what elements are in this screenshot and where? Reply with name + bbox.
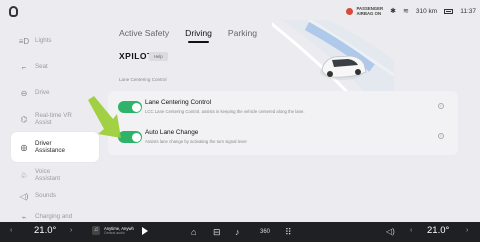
brand-logo-icon [9, 6, 18, 17]
volume-icon[interactable]: ◁) [386, 227, 395, 236]
play-icon[interactable] [141, 226, 148, 235]
bluetooth-icon: ✱ [390, 8, 396, 15]
media-subtitle: Central audio [104, 231, 125, 235]
media-player[interactable]: ♫ Anytime, Anywh Central audio [92, 226, 148, 235]
steering-wheel-icon: ◎ [20, 142, 28, 152]
wifi-icon: ≋ [403, 8, 409, 15]
section-title: Lane Centering Control [119, 77, 167, 82]
temp-right-decrease-chevron-icon[interactable]: ‹ [410, 227, 412, 234]
temperature-left[interactable]: 21.0° [34, 225, 56, 236]
sidebar-item-label: Sounds [35, 192, 56, 200]
360-view-icon[interactable]: 360 [260, 227, 270, 237]
temperature-right[interactable]: 21.0° [427, 225, 449, 236]
music-note-icon: ♫ [92, 226, 100, 235]
temp-left-decrease-chevron-icon[interactable]: ‹ [10, 227, 12, 234]
setting-description: LCC Lane Centering Control, assists in k… [145, 109, 305, 114]
temp-left-increase-chevron-icon[interactable]: › [70, 227, 72, 234]
vr-assist-icon: ⌬ [20, 114, 28, 124]
sidebar-item-label: Seat [35, 63, 48, 71]
sidebar-item-label: Lights [35, 37, 52, 45]
voice-icon: ♧ [20, 170, 28, 180]
lights-icon: ≡D [18, 36, 30, 46]
setting-title: Lane Centering Control [145, 99, 212, 106]
sidebar-item-label: Charging and [35, 213, 73, 221]
setting-row-auto-lane-change: Auto Lane Change Assists lane change by … [108, 123, 458, 153]
xpilot-help-badge[interactable]: Help [149, 52, 168, 61]
tab-parking[interactable]: Parking [228, 28, 257, 43]
temp-right-increase-chevron-icon[interactable]: › [466, 227, 468, 234]
airbag-icon [346, 7, 354, 15]
seat-icon: ⌐ [21, 62, 27, 72]
passenger-airbag-indicator: PASSENGER AIRBAG ON [346, 6, 383, 16]
sidebar-item-label: Real-time VR Assist [35, 111, 72, 127]
info-icon[interactable]: i [438, 133, 444, 139]
car-illustration [272, 20, 394, 92]
highlight-arrow-icon [88, 96, 121, 138]
drive-icon: ⊖ [20, 88, 28, 98]
charging-icon: ⌁ [21, 212, 27, 222]
sidebar-item-label: Drive [35, 89, 50, 97]
tab-driving[interactable]: Driving [185, 28, 212, 43]
setting-description: Assists lane change by activating the tu… [145, 139, 247, 144]
apps-grid-icon[interactable]: ⠿ [285, 227, 292, 237]
range-readout: 310 km [415, 7, 438, 15]
battery-icon [444, 8, 454, 14]
status-indicators: PASSENGER AIRBAG ON ✱ ≋ 310 km 11:37 [346, 6, 476, 16]
sound-icon: ◁) [19, 191, 29, 201]
xpilot-title: XPILOT [119, 51, 153, 61]
tab-bar: Active Safety Driving Parking [119, 28, 257, 43]
setting-row-lane-centering-control: Lane Centering Control LCC Lane Centerin… [108, 93, 458, 123]
toggle-knob [131, 132, 141, 142]
lane-centering-settings-card: Lane Centering Control LCC Lane Centerin… [108, 91, 458, 155]
tab-active-safety[interactable]: Active Safety [119, 28, 169, 43]
sidebar-item-label: Driver Assistance [35, 139, 65, 155]
bottom-dock: ‹ 21.0° › ♫ Anytime, Anywh Central audio… [0, 222, 480, 242]
info-icon[interactable]: i [438, 103, 444, 109]
setting-title: Auto Lane Change [145, 129, 199, 136]
airbag-line2: AIRBAG ON [356, 11, 382, 16]
clock: 11:37 [460, 7, 476, 15]
home-icon[interactable]: ⌂ [191, 227, 196, 237]
status-bar: PASSENGER AIRBAG ON ✱ ≋ 310 km 11:37 [0, 0, 480, 24]
car-icon[interactable]: ⊟ [213, 227, 221, 237]
toggle-knob [131, 102, 141, 112]
music-icon[interactable]: ♪ [235, 227, 240, 237]
